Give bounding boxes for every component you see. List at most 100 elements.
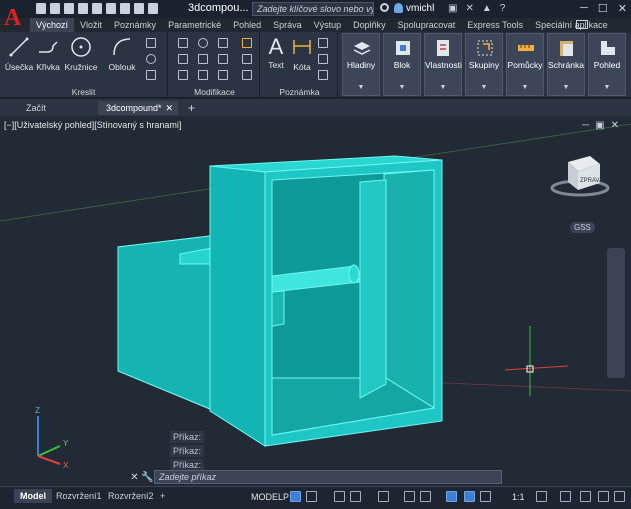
offset-icon[interactable] bbox=[242, 70, 252, 80]
tab-addins[interactable]: Doplňky bbox=[347, 18, 392, 32]
properties-button[interactable]: Vlastnosti ▼ bbox=[424, 33, 462, 96]
save-as-icon[interactable] bbox=[78, 3, 88, 14]
groups-dropdown-icon[interactable]: ▼ bbox=[466, 84, 502, 91]
cart-icon[interactable]: ▣ bbox=[448, 3, 457, 14]
tab-annotate[interactable]: Poznámky bbox=[108, 18, 162, 32]
3d-solid[interactable] bbox=[117, 155, 443, 447]
layers-dropdown-icon[interactable]: ▼ bbox=[343, 84, 379, 91]
close-tab-icon[interactable]: ✕ bbox=[165, 101, 173, 115]
tab-parametric[interactable]: Parametrické bbox=[162, 18, 227, 32]
annotation-scale-value[interactable]: 1:1 bbox=[512, 492, 525, 502]
arrow-icon[interactable]: ▲ bbox=[482, 3, 492, 14]
new-tab-button[interactable]: + bbox=[184, 101, 200, 115]
print-icon[interactable] bbox=[120, 3, 130, 14]
search-input[interactable]: Zadejte klíčové slovo nebo výraz. bbox=[252, 2, 374, 16]
mirror-icon[interactable] bbox=[198, 54, 208, 64]
model-canvas[interactable]: ZPRAVA Z Y X bbox=[0, 116, 631, 486]
utilities-button[interactable]: Pomůcky ▼ bbox=[506, 33, 544, 96]
text-button[interactable]: A Text bbox=[264, 36, 288, 71]
tab-featured-apps[interactable]: Speciální aplikace bbox=[529, 18, 614, 32]
array-icon[interactable] bbox=[218, 70, 228, 80]
table-icon[interactable] bbox=[318, 70, 328, 80]
snap-icon[interactable] bbox=[306, 491, 317, 502]
block-button[interactable]: Blok ▼ bbox=[383, 33, 421, 96]
vp-minimize-icon[interactable]: ─ bbox=[582, 120, 595, 131]
navigation-bar[interactable] bbox=[607, 248, 625, 378]
polar-icon[interactable] bbox=[350, 491, 361, 502]
draw-group-label[interactable]: Kreslit bbox=[0, 87, 167, 97]
add-layout-button[interactable]: + bbox=[154, 489, 171, 503]
annotation-group-label[interactable]: Poznámka bbox=[262, 87, 337, 97]
arc-button[interactable]: Oblouk bbox=[106, 36, 138, 72]
erase-icon[interactable] bbox=[242, 38, 252, 48]
rotate-icon[interactable] bbox=[198, 38, 208, 48]
tab-express-tools[interactable]: Express Tools bbox=[461, 18, 529, 32]
tab-output[interactable]: Výstup bbox=[308, 18, 348, 32]
open-file-icon[interactable] bbox=[50, 3, 60, 14]
modify-group-label[interactable]: Modifikace bbox=[170, 87, 259, 97]
move-icon[interactable] bbox=[178, 38, 188, 48]
isodraft-icon[interactable] bbox=[378, 491, 389, 502]
vp-restore-icon[interactable]: ▣ bbox=[595, 120, 610, 131]
osnap-icon[interactable] bbox=[420, 491, 431, 502]
model-space-toggle[interactable]: MODELP bbox=[251, 492, 289, 502]
customize-menu-icon[interactable] bbox=[614, 491, 625, 502]
tab-collaborate[interactable]: Spolupracovat bbox=[392, 18, 462, 32]
hardware-acceleration-icon[interactable] bbox=[580, 491, 591, 502]
save-icon[interactable] bbox=[64, 3, 74, 14]
ribbon-toggle-icon[interactable] bbox=[576, 20, 588, 29]
viewport-controls-label[interactable]: [−][Uživatelský pohled][Stínovaný s hran… bbox=[4, 120, 181, 130]
wcs-menu[interactable]: GSS bbox=[570, 222, 595, 233]
minimize-icon[interactable]: ─ bbox=[580, 2, 588, 15]
redo-icon[interactable] bbox=[148, 3, 158, 14]
rectangle-icon[interactable] bbox=[146, 38, 156, 48]
stretch-icon[interactable] bbox=[178, 70, 188, 80]
tab-home[interactable]: Výchozí bbox=[30, 18, 75, 32]
layout-tab-layout1[interactable]: Rozvržení1 bbox=[50, 489, 108, 503]
trim-icon[interactable] bbox=[218, 38, 228, 48]
tab-manage[interactable]: Správa bbox=[267, 18, 308, 32]
grid-icon[interactable] bbox=[290, 491, 301, 502]
leader-icon[interactable] bbox=[318, 38, 328, 48]
close-icon[interactable]: ✕ bbox=[618, 2, 627, 15]
clipboard-button[interactable]: Schránka ▼ bbox=[547, 33, 585, 96]
user-icon[interactable] bbox=[394, 3, 403, 13]
multileader-icon[interactable] bbox=[318, 54, 328, 64]
autocad-logo[interactable]: A bbox=[4, 3, 26, 33]
clipboard-dropdown-icon[interactable]: ▼ bbox=[548, 84, 584, 91]
vp-close-icon[interactable]: ✕ bbox=[611, 120, 625, 131]
circle-button[interactable]: Kružnice bbox=[64, 36, 98, 72]
tab-view[interactable]: Pohled bbox=[227, 18, 267, 32]
view-dropdown-icon[interactable]: ▼ bbox=[589, 84, 625, 91]
utilities-dropdown-icon[interactable]: ▼ bbox=[507, 84, 543, 91]
clean-screen-icon[interactable] bbox=[598, 491, 609, 502]
help-icon[interactable]: ? bbox=[500, 3, 506, 14]
fillet-icon[interactable] bbox=[218, 54, 228, 64]
search-icon[interactable] bbox=[380, 3, 389, 12]
properties-dropdown-icon[interactable]: ▼ bbox=[425, 84, 461, 91]
settings-gear-icon[interactable] bbox=[536, 491, 547, 502]
ellipse-icon[interactable] bbox=[146, 54, 156, 64]
drawing-viewport[interactable]: ZPRAVA Z Y X [−][Uživatelský pohled][Stí… bbox=[0, 116, 631, 486]
add-icon[interactable] bbox=[560, 491, 571, 502]
dimension-button[interactable]: Kóta bbox=[290, 36, 314, 72]
groups-button[interactable]: Skupiny ▼ bbox=[465, 33, 503, 96]
command-close-icon[interactable]: ✕ 🔧 bbox=[130, 472, 154, 483]
polyline-button[interactable]: Křivka bbox=[34, 36, 62, 72]
workspace-icon[interactable] bbox=[480, 491, 491, 502]
exchange-icon[interactable]: ✕ bbox=[465, 3, 473, 14]
tab-insert[interactable]: Vložit bbox=[74, 18, 108, 32]
ortho-icon[interactable] bbox=[334, 491, 345, 502]
web-icon[interactable] bbox=[92, 3, 102, 14]
layout-tab-model[interactable]: Model bbox=[14, 489, 52, 503]
share-icon[interactable] bbox=[106, 3, 116, 14]
user-name[interactable]: vmichl bbox=[406, 3, 434, 14]
annotation-scale-icon[interactable] bbox=[464, 491, 475, 502]
explode-icon[interactable] bbox=[242, 54, 252, 64]
view-button[interactable]: Pohled ▼ bbox=[588, 33, 626, 96]
scale-icon[interactable] bbox=[198, 70, 208, 80]
undo-icon[interactable] bbox=[134, 3, 144, 14]
doc-tab-3dcompound[interactable]: 3dcompound* ✕ bbox=[98, 101, 178, 115]
show-annotation-icon[interactable] bbox=[446, 491, 457, 502]
viewcube[interactable] bbox=[550, 156, 610, 197]
